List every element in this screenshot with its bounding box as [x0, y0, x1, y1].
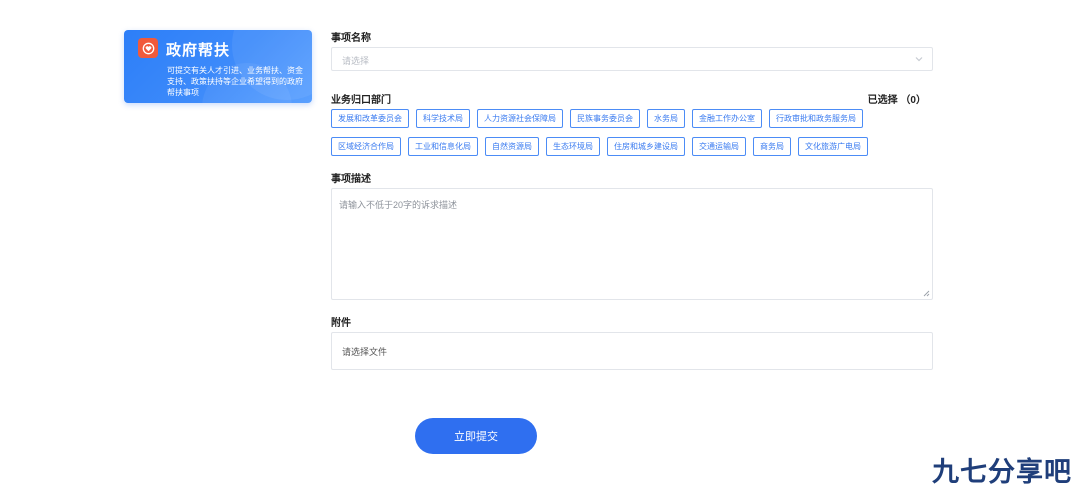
department-label: 业务归口部门	[331, 95, 391, 106]
department-tag[interactable]: 商务局	[753, 137, 791, 156]
department-tag[interactable]: 工业和信息化局	[408, 137, 478, 156]
department-tags-row-1: 发展和改革委员会 科学技术局 人力资源社会保障局 民族事务委员会 水务局 金融工…	[331, 109, 931, 128]
item-name-select[interactable]: 请选择	[331, 47, 933, 71]
description-placeholder: 请输入不低于20字的诉求描述	[339, 200, 458, 210]
submit-button[interactable]: 立即提交	[415, 418, 537, 454]
heart-badge-icon	[138, 38, 158, 58]
department-tag[interactable]: 民族事务委员会	[570, 109, 640, 128]
item-name-label: 事项名称	[331, 33, 371, 44]
department-tag[interactable]: 自然资源局	[485, 137, 539, 156]
department-tag[interactable]: 住房和城乡建设局	[607, 137, 685, 156]
resize-handle-icon[interactable]	[923, 290, 930, 297]
watermark-logo: 九七分享吧	[932, 457, 1072, 487]
chevron-down-icon	[915, 57, 923, 62]
selected-count: 已选择 （0）	[867, 95, 926, 106]
department-tag[interactable]: 人力资源社会保障局	[477, 109, 563, 128]
attachment-label: 附件	[331, 318, 351, 329]
department-tags-row-2: 区域经济合作局 工业和信息化局 自然资源局 生态环境局 住房和城乡建设局 交通运…	[331, 137, 931, 156]
department-tag[interactable]: 文化旅游广电局	[798, 137, 868, 156]
department-tag[interactable]: 区域经济合作局	[331, 137, 401, 156]
description-label: 事项描述	[331, 174, 371, 185]
department-tag[interactable]: 交通运输局	[692, 137, 746, 156]
attachment-placeholder: 请选择文件	[342, 347, 388, 357]
card-description: 可提交有关人才引进、业务帮扶、资金支持、政策扶持等企业希望得到的政府帮扶事项	[167, 66, 303, 97]
card-title: 政府帮扶	[166, 42, 231, 59]
attachment-file-input[interactable]: 请选择文件	[331, 332, 933, 370]
department-tag[interactable]: 水务局	[647, 109, 685, 128]
description-textarea[interactable]: 请输入不低于20字的诉求描述	[331, 188, 933, 300]
gov-assistance-card[interactable]: 政府帮扶 可提交有关人才引进、业务帮扶、资金支持、政策扶持等企业希望得到的政府帮…	[124, 30, 312, 103]
department-tag[interactable]: 生态环境局	[546, 137, 600, 156]
department-tag[interactable]: 行政审批和政务服务局	[769, 109, 863, 128]
department-tag[interactable]: 金融工作办公室	[692, 109, 762, 128]
department-tag[interactable]: 发展和改革委员会	[331, 109, 409, 128]
item-name-placeholder: 请选择	[342, 56, 370, 66]
department-tag[interactable]: 科学技术局	[416, 109, 470, 128]
